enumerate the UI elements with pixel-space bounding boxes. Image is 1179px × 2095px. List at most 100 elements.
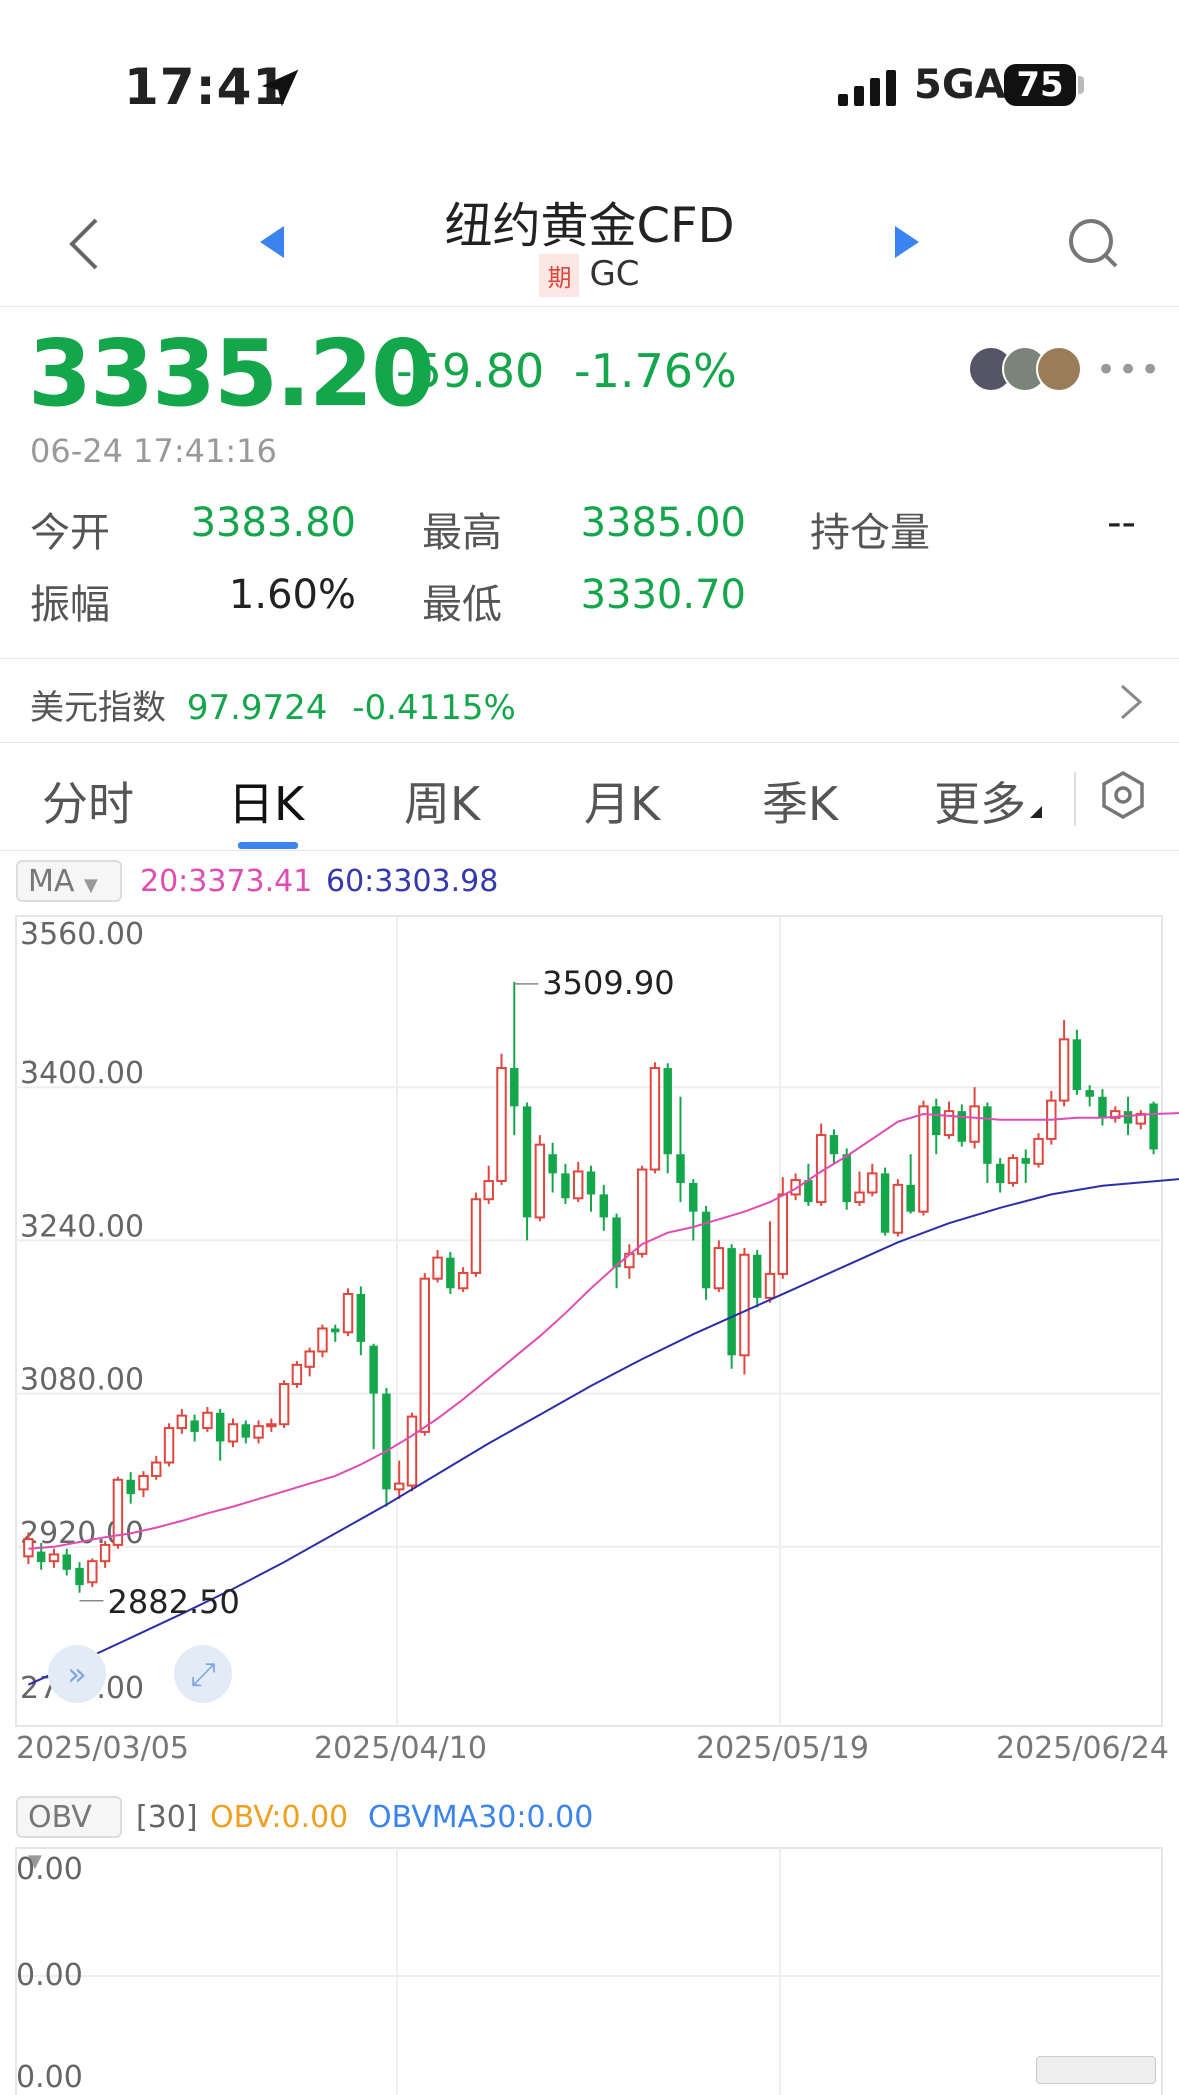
candle-body-up	[777, 1193, 789, 1275]
candle-body-up	[176, 1414, 188, 1430]
chevron-right-icon[interactable]	[1118, 682, 1144, 722]
battery-indicator: 75	[1004, 64, 1076, 106]
candle-body-up	[892, 1183, 904, 1234]
candle-body-down	[241, 1424, 250, 1438]
open-interest-label: 持仓量	[810, 510, 930, 556]
candle-body-up	[202, 1411, 213, 1430]
candle-body-up	[406, 1415, 418, 1487]
candle-body-up	[457, 1271, 469, 1290]
avatar-group[interactable]	[968, 346, 1088, 392]
instrument-code: GC	[589, 254, 640, 294]
candle-body-down	[906, 1184, 915, 1212]
candle-body-down	[1021, 1158, 1030, 1164]
obv-axis-top: 0.00	[16, 1852, 83, 1887]
candle-body-down	[561, 1173, 570, 1199]
candle-body-up	[713, 1247, 725, 1290]
amplitude-label: 振幅	[30, 582, 110, 628]
tab-quarterly[interactable]: 季K	[762, 768, 838, 834]
settings-gear-icon[interactable]	[1098, 770, 1148, 820]
x-axis-date-label: 2025/03/05	[16, 1731, 189, 1766]
index-divider	[0, 742, 1179, 743]
candle-body-down	[215, 1412, 225, 1442]
candle-body-down	[1149, 1103, 1158, 1150]
tab-weekly[interactable]: 周K	[404, 768, 480, 834]
candle-body-down	[829, 1135, 839, 1155]
candle-body-down	[599, 1194, 609, 1218]
candle-body-down	[382, 1393, 391, 1490]
x-axis-date-label: 2025/05/19	[696, 1731, 869, 1766]
tab-intraday[interactable]: 分时	[42, 768, 134, 834]
scroll-to-latest-button[interactable]: »	[48, 1645, 106, 1703]
futures-badge: 期	[539, 254, 580, 297]
page-title: 纽约黄金CFD	[444, 198, 735, 254]
candle-body-down	[331, 1328, 340, 1333]
candle-body-up	[151, 1461, 162, 1477]
ma-dropdown-label: MA	[28, 864, 75, 899]
candle-body-down	[522, 1106, 532, 1218]
tab-more[interactable]: 更多	[934, 768, 1026, 834]
next-instrument-icon[interactable]	[893, 224, 921, 260]
candle-body-down	[548, 1154, 557, 1174]
location-arrow-icon	[261, 69, 299, 107]
candle-body-down	[842, 1154, 851, 1203]
candle-body-down	[36, 1551, 46, 1563]
network-type: 5GA	[914, 62, 1006, 108]
fullscreen-button[interactable]: ⤢	[174, 1645, 232, 1703]
tab-daily[interactable]: 日K	[228, 768, 304, 834]
candle-body-up	[496, 1067, 507, 1183]
dollar-index-pct: -0.4115%	[352, 688, 516, 728]
candle-body-down	[1123, 1111, 1133, 1124]
candle-body-down	[689, 1182, 698, 1212]
candle-body-up	[470, 1198, 482, 1274]
low-label: 最低	[422, 582, 502, 628]
max-price-label: 3509.90	[542, 964, 674, 1002]
tab-monthly[interactable]: 月K	[584, 768, 660, 834]
candle-body-down	[612, 1217, 621, 1268]
ma-indicator-dropdown[interactable]: MA ▼	[16, 860, 122, 902]
obv-indicator-dropdown[interactable]: OBV ▼	[16, 1796, 122, 1872]
candle-body-up	[1033, 1137, 1044, 1165]
candle-body-up	[87, 1560, 98, 1584]
candle-body-up	[764, 1272, 776, 1299]
candle-body-up	[304, 1350, 315, 1368]
candle-body-down	[190, 1420, 199, 1432]
candle-body-down	[663, 1068, 672, 1155]
ma20-legend: 20:3373.41	[140, 864, 313, 899]
candlestick-chart[interactable]: 3560.003400.003240.003080.002920.002760.…	[0, 910, 1179, 1766]
candle-body-up	[534, 1143, 546, 1219]
more-icon[interactable]: •••	[1096, 350, 1162, 390]
candle-body-up	[227, 1423, 239, 1443]
candle-body-up	[854, 1191, 865, 1204]
instrument-code-row: 期 GC	[0, 254, 1179, 297]
candle-body-down	[75, 1567, 84, 1586]
candle-body-down	[983, 1106, 992, 1164]
open-interest-value: --	[1107, 500, 1136, 546]
price-change-pct: -1.76%	[574, 344, 737, 398]
ma20-line	[28, 1112, 1179, 1550]
candle-body-down	[676, 1154, 685, 1183]
dollar-index-row[interactable]: 美元指数 97.9724 -0.4115%	[30, 680, 516, 729]
header-divider	[0, 306, 1179, 307]
search-icon[interactable]	[1066, 216, 1122, 272]
candle-body-up	[342, 1293, 354, 1334]
candle-body-down	[1085, 1090, 1094, 1097]
candle-body-down	[727, 1248, 736, 1356]
candle-body-up	[649, 1067, 661, 1171]
candle-body-up	[636, 1168, 648, 1255]
obv-axis-bottom: 0.00	[16, 2060, 83, 2095]
candle-body-up	[99, 1543, 111, 1563]
y-axis-label: 3560.00	[20, 917, 144, 952]
candle-body-up	[918, 1105, 929, 1213]
high-value: 3385.00	[580, 500, 746, 546]
candle-body-up	[432, 1256, 443, 1280]
candle-body-down	[932, 1106, 941, 1136]
cellular-signal-icon	[838, 70, 896, 106]
battery-tip	[1078, 76, 1084, 94]
obv-panel	[15, 1847, 1163, 2095]
x-axis-date-label: 2025/04/10	[314, 1731, 487, 1766]
candle-body-down	[753, 1254, 762, 1298]
candle-body-down	[126, 1479, 135, 1495]
candle-body-down	[62, 1554, 71, 1570]
open-label: 今开	[30, 510, 110, 556]
candle-body-down	[804, 1180, 813, 1203]
